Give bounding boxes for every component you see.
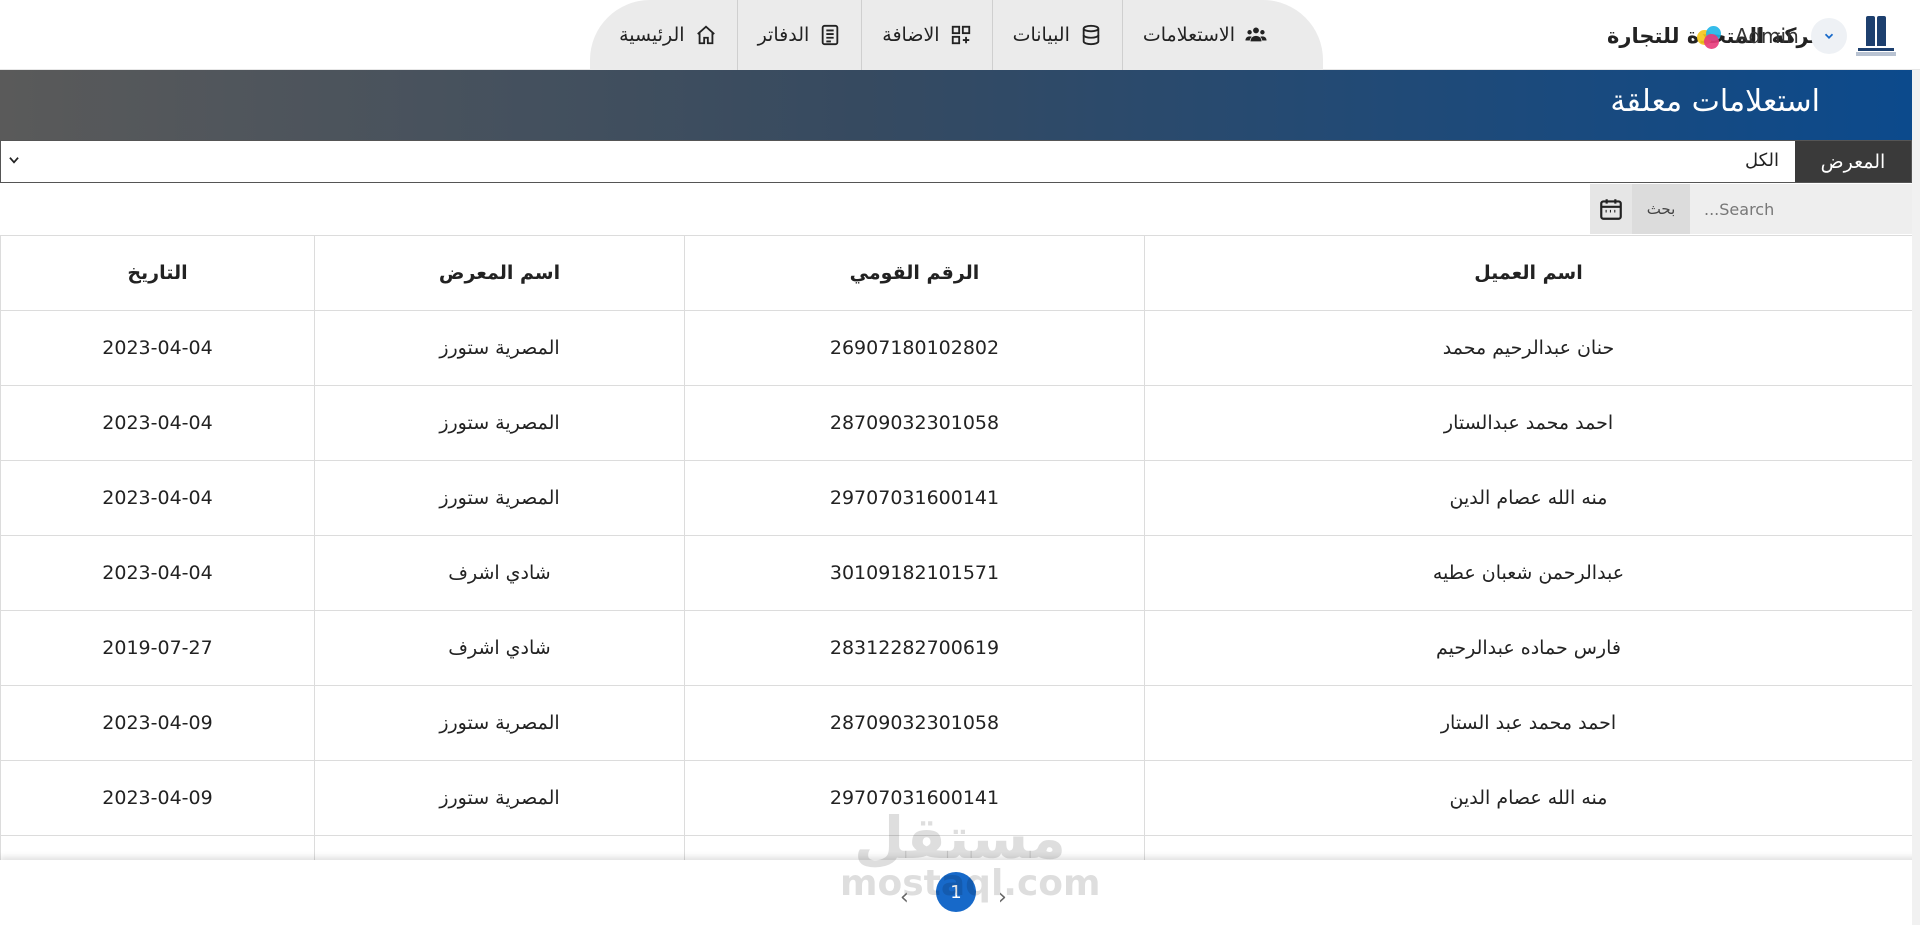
cell-customer-name: احمد محمد عبد الستار bbox=[1144, 685, 1912, 761]
tab-add[interactable]: الاضافة bbox=[861, 0, 991, 70]
showroom-filter-select[interactable]: المعرض الكل bbox=[0, 140, 1912, 183]
tab-label: الرئيسية bbox=[619, 24, 685, 46]
table-row[interactable]: احمد محمد عبد الستار 28709032301058 المص… bbox=[0, 685, 1912, 761]
cell-date: 2023-04-09 bbox=[0, 685, 315, 761]
cell-national-id: 28709032301058 bbox=[684, 385, 1145, 461]
table-row[interactable]: احمد محمد عبدالستار 28709032301058 المصر… bbox=[0, 385, 1912, 461]
cell-customer-name: منه الله عصام الدين bbox=[1144, 760, 1912, 836]
cell-showroom: المصرية ستورز bbox=[314, 685, 685, 761]
inquiries-table-container: اسم العميل الرقم القومي اسم المعرض التار… bbox=[0, 235, 1912, 860]
username: Admin bbox=[1735, 24, 1799, 48]
table-row[interactable]: منه الله عصام الدين 29707031600141 المصر… bbox=[0, 760, 1912, 836]
column-header-date[interactable]: التاريخ bbox=[0, 235, 315, 311]
database-icon bbox=[1082, 24, 1100, 46]
cell-showroom: شادي اشرف bbox=[314, 535, 685, 611]
cell-showroom: المصرية ستورز bbox=[314, 310, 685, 386]
cell-empty bbox=[0, 835, 315, 860]
page-header-banner: استعلامات معلقة bbox=[0, 70, 1912, 140]
filter-selected-value: الكل bbox=[1744, 150, 1779, 171]
tab-inquiries[interactable]: الاستعلامات bbox=[1121, 0, 1287, 70]
cell-customer-name: حنان عبدالرحيم محمد bbox=[1144, 310, 1912, 386]
cell-date: 2023-04-09 bbox=[0, 760, 315, 836]
cell-showroom: المصرية ستورز bbox=[314, 760, 685, 836]
cell-date: 2019-07-27 bbox=[0, 610, 315, 686]
grid-add-icon bbox=[951, 25, 970, 45]
page-title: استعلامات معلقة bbox=[1610, 84, 1820, 119]
cell-date: 2023-04-04 bbox=[0, 460, 315, 536]
cell-customer-name: منه الله عصام الدين bbox=[1144, 460, 1912, 536]
page-scrollbar[interactable] bbox=[1912, 70, 1920, 925]
chevron-down-icon bbox=[9, 157, 19, 164]
calendar-icon bbox=[1600, 199, 1622, 220]
cell-empty bbox=[314, 835, 685, 860]
tab-label: البيانات bbox=[1012, 24, 1070, 46]
search-button[interactable]: بحث bbox=[1632, 184, 1690, 234]
cell-showroom: شادي اشرف bbox=[314, 610, 685, 686]
column-header-customer-name[interactable]: اسم العميل bbox=[1144, 235, 1912, 311]
search-bar: بحث bbox=[1590, 184, 1912, 234]
app-root: الشركة المتحدة للتجارة الاستعلامات البيا… bbox=[0, 0, 1920, 925]
column-header-showroom[interactable]: اسم المعرض bbox=[314, 235, 685, 311]
tab-label: الاضافة bbox=[882, 24, 940, 46]
company-logo bbox=[1856, 14, 1896, 58]
pagination-prev-button[interactable]: ‹ bbox=[900, 885, 909, 910]
cell-empty bbox=[684, 835, 1145, 860]
cell-national-id: 29707031600141 bbox=[684, 460, 1145, 536]
cell-showroom: المصرية ستورز bbox=[314, 460, 685, 536]
users-icon bbox=[1245, 27, 1267, 42]
cell-customer-name: احمد محمد عبدالستار bbox=[1144, 385, 1912, 461]
cell-date: 2023-04-04 bbox=[0, 310, 315, 386]
cell-customer-name: فارس حماده عبدالرحيم bbox=[1144, 610, 1912, 686]
color-palette-icon[interactable] bbox=[1695, 22, 1723, 50]
cell-date: 2023-04-04 bbox=[0, 535, 315, 611]
column-header-national-id[interactable]: الرقم القومي bbox=[684, 235, 1145, 311]
inquiries-table: اسم العميل الرقم القومي اسم المعرض التار… bbox=[0, 235, 1912, 860]
table-row[interactable] bbox=[0, 835, 1912, 860]
chevron-down-icon bbox=[1824, 33, 1833, 39]
tab-notebooks[interactable]: الدفاتر bbox=[736, 0, 862, 70]
pagination-bar: ‹ 1 › bbox=[0, 860, 1920, 925]
calendar-button[interactable] bbox=[1590, 184, 1632, 234]
filter-label: المعرض bbox=[1795, 141, 1911, 182]
user-menu[interactable]: Admin bbox=[1695, 18, 1847, 54]
tab-home[interactable]: الرئيسية bbox=[599, 0, 736, 70]
cell-national-id: 28709032301058 bbox=[684, 685, 1145, 761]
main-nav-tabs: الاستعلامات البيانات الاضافة الدفاتر الر… bbox=[590, 0, 1323, 70]
cell-customer-name: عبدالرحمن شعبان عطيه bbox=[1144, 535, 1912, 611]
cell-national-id: 26907180102802 bbox=[684, 310, 1145, 386]
cell-empty bbox=[1144, 835, 1912, 860]
table-row[interactable]: منه الله عصام الدين 29707031600141 المصر… bbox=[0, 460, 1912, 536]
table-row[interactable]: حنان عبدالرحيم محمد 26907180102802 المصر… bbox=[0, 310, 1912, 386]
cell-national-id: 28312282700619 bbox=[684, 610, 1145, 686]
search-input[interactable] bbox=[1690, 184, 1912, 234]
tab-label: الدفاتر bbox=[757, 24, 810, 46]
table-header-row: اسم العميل الرقم القومي اسم المعرض التار… bbox=[0, 235, 1912, 311]
top-navbar: الشركة المتحدة للتجارة الاستعلامات البيا… bbox=[0, 0, 1920, 70]
pagination-next-button[interactable]: › bbox=[998, 885, 1007, 910]
home-icon bbox=[696, 25, 715, 45]
user-menu-toggle[interactable] bbox=[1810, 18, 1847, 54]
table-row[interactable]: عبدالرحمن شعبان عطيه 30109182101571 شادي… bbox=[0, 535, 1912, 611]
table-row[interactable]: فارس حماده عبدالرحيم 28312282700619 شادي… bbox=[0, 610, 1912, 686]
cell-date: 2023-04-04 bbox=[0, 385, 315, 461]
cell-national-id: 30109182101571 bbox=[684, 535, 1145, 611]
cell-showroom: المصرية ستورز bbox=[314, 385, 685, 461]
cell-national-id: 29707031600141 bbox=[684, 760, 1145, 836]
notebook-icon bbox=[822, 24, 839, 46]
pagination-page-current[interactable]: 1 bbox=[936, 872, 976, 912]
tab-data[interactable]: البيانات bbox=[991, 0, 1122, 70]
tab-label: الاستعلامات bbox=[1142, 24, 1235, 46]
